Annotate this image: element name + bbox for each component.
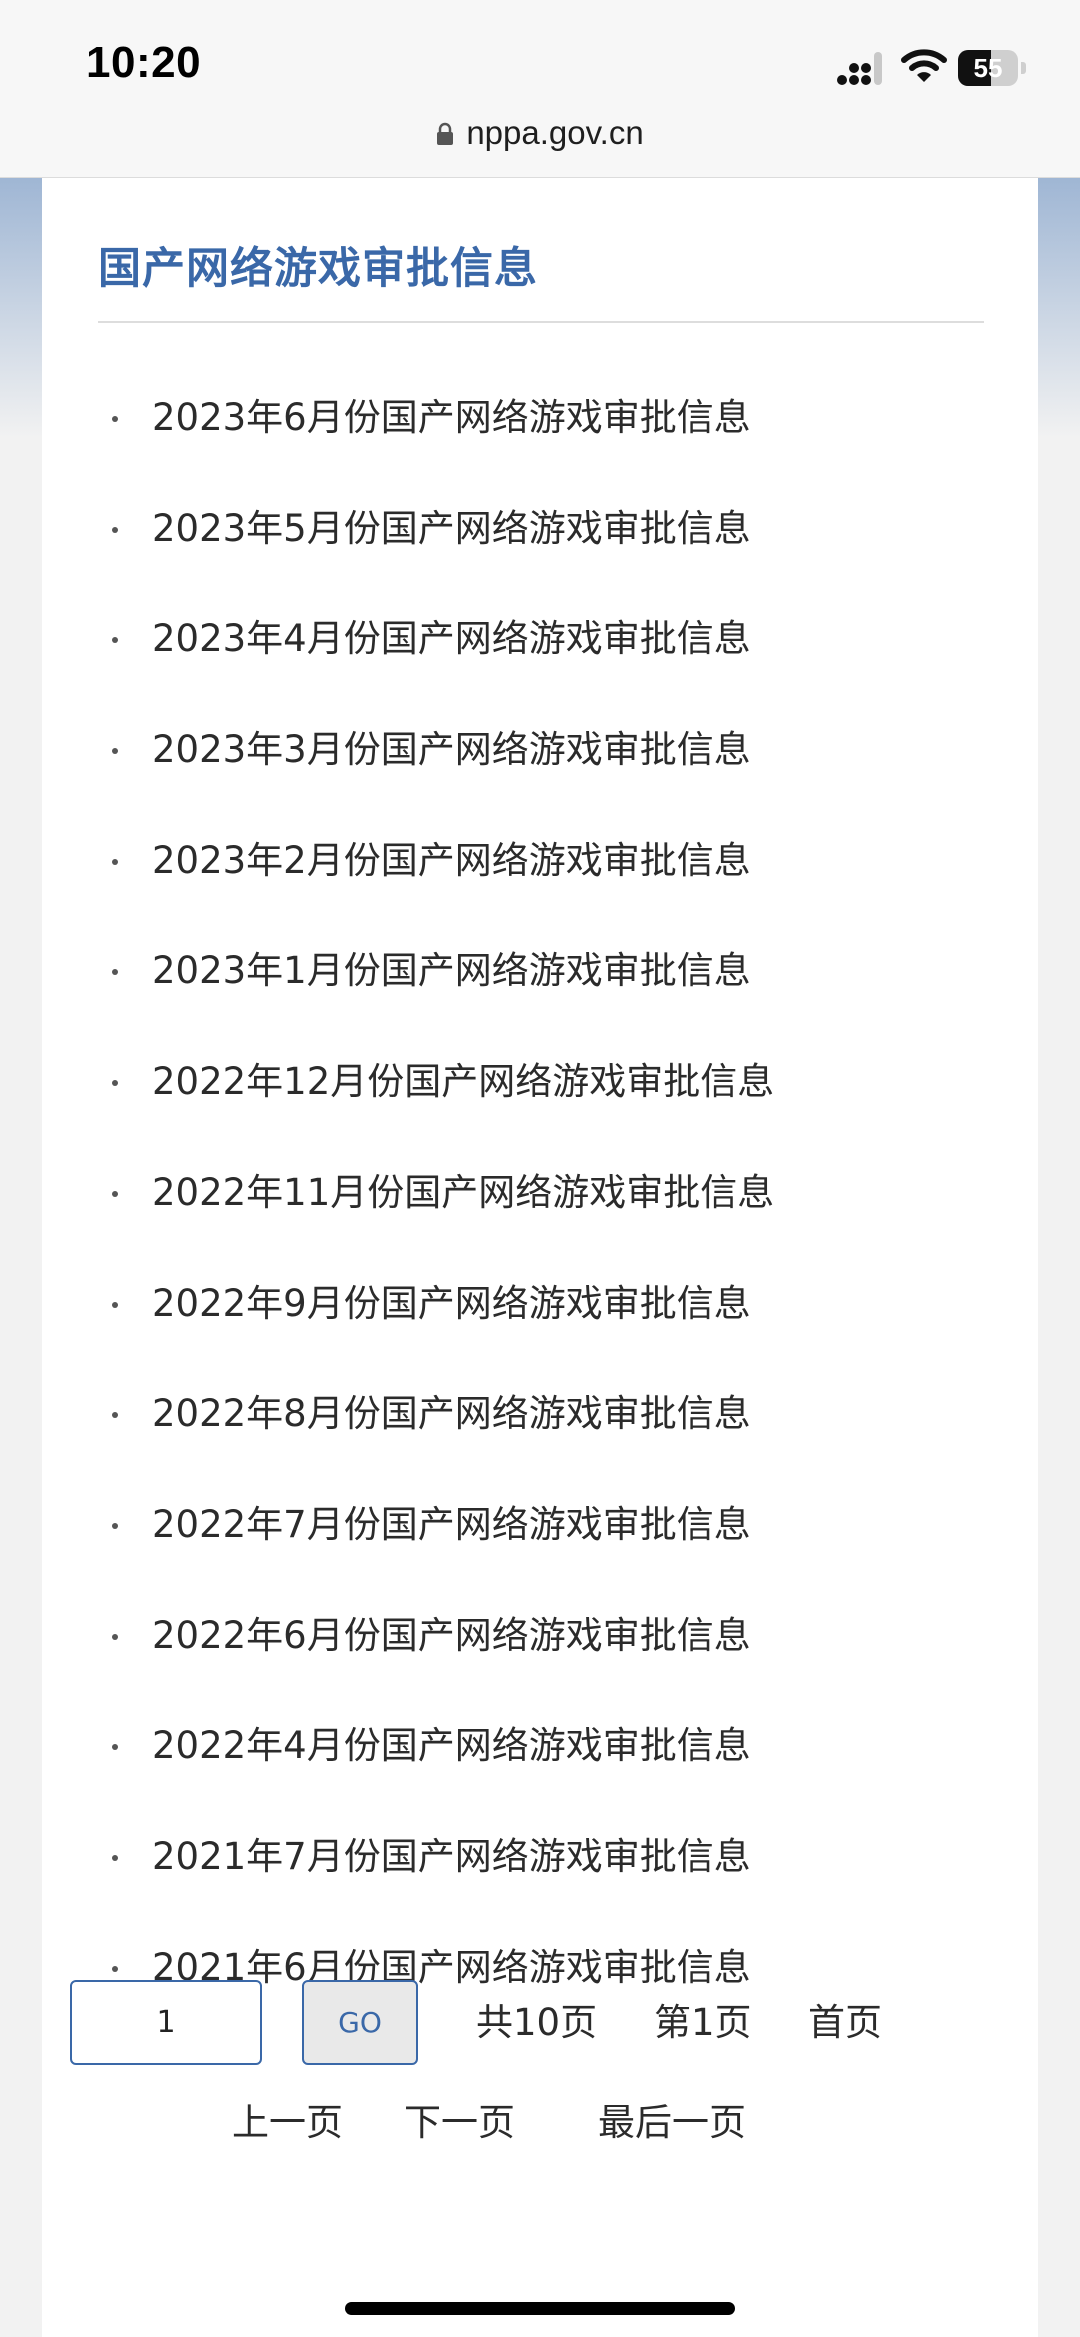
list-item[interactable]: 2022年8月份国产网络游戏审批信息 <box>42 1359 1038 1470</box>
bullet-icon <box>112 416 118 422</box>
address-bar[interactable]: nppa.gov.cn <box>0 114 1080 152</box>
home-indicator[interactable] <box>345 2302 735 2315</box>
current-page: 第1页 <box>654 2001 752 2044</box>
bullet-icon <box>112 1854 118 1861</box>
list-item[interactable]: 2023年1月份国产网络游戏审批信息 <box>42 916 1038 1027</box>
list-item-link[interactable]: 2021年7月份国产网络游戏审批信息 <box>152 1802 751 1913</box>
total-pages: 共10页 <box>476 2001 598 2044</box>
page-background-right <box>1036 178 1080 438</box>
bullet-icon <box>112 1412 118 1419</box>
list-item[interactable]: 2023年6月份国产网络游戏审批信息 <box>42 363 1038 474</box>
list-item[interactable]: 2023年3月份国产网络游戏审批信息 <box>42 695 1038 806</box>
battery-level: 55 <box>973 53 1003 83</box>
bullet-icon <box>112 748 118 755</box>
bullet-icon <box>112 1744 118 1751</box>
list-item[interactable]: 2021年7月份国产网络游戏审批信息 <box>42 1802 1038 1913</box>
list-item[interactable]: 2022年4月份国产网络游戏审批信息 <box>42 1691 1038 1802</box>
cellular-signal-icon <box>837 52 882 85</box>
next-page-link[interactable]: 下一页 <box>404 2093 515 2153</box>
list-item-link[interactable]: 2023年4月份国产网络游戏审批信息 <box>152 584 751 695</box>
list-item-link[interactable]: 2023年3月份国产网络游戏审批信息 <box>152 695 751 806</box>
list-item[interactable]: 2023年2月份国产网络游戏审批信息 <box>42 806 1038 917</box>
bullet-icon <box>112 969 118 976</box>
prev-page-link[interactable]: 上一页 <box>232 2093 343 2153</box>
bullet-icon <box>112 1633 118 1640</box>
list-item-link[interactable]: 2023年6月份国产网络游戏审批信息 <box>152 363 751 474</box>
list-item[interactable]: 2022年11月份国产网络游戏审批信息 <box>42 1138 1038 1249</box>
bullet-icon <box>112 1190 118 1197</box>
list-item-link[interactable]: 2022年9月份国产网络游戏审批信息 <box>152 1249 751 1360</box>
approval-list: 2023年6月份国产网络游戏审批信息 2023年5月份国产网络游戏审批信息 20… <box>42 363 1038 2023</box>
list-item-link[interactable]: 2022年6月份国产网络游戏审批信息 <box>152 1581 751 1692</box>
bullet-icon <box>112 1080 118 1087</box>
list-item-link[interactable]: 2022年4月份国产网络游戏审批信息 <box>152 1691 751 1802</box>
wifi-icon <box>901 49 947 82</box>
status-bar: 10:20 55 nppa.gov.cn <box>0 0 1080 178</box>
list-item[interactable]: 2022年9月份国产网络游戏审批信息 <box>42 1249 1038 1360</box>
list-item[interactable]: 2022年6月份国产网络游戏审批信息 <box>42 1581 1038 1692</box>
title-divider <box>98 321 984 323</box>
list-item-link[interactable]: 2022年7月份国产网络游戏审批信息 <box>152 1470 751 1581</box>
last-page-link[interactable]: 最后一页 <box>598 2093 746 2153</box>
bullet-icon <box>112 858 118 865</box>
status-time: 10:20 <box>86 38 202 87</box>
bullet-icon <box>112 1965 118 1972</box>
bullet-icon <box>112 1522 118 1529</box>
list-item-link[interactable]: 2022年11月份国产网络游戏审批信息 <box>152 1138 774 1249</box>
bullet-icon <box>112 637 118 644</box>
list-item-link[interactable]: 2023年2月份国产网络游戏审批信息 <box>152 806 751 917</box>
list-item-link[interactable]: 2023年1月份国产网络游戏审批信息 <box>152 916 751 1027</box>
list-item[interactable]: 2023年4月份国产网络游戏审批信息 <box>42 584 1038 695</box>
list-item[interactable]: 2023年5月份国产网络游戏审批信息 <box>42 474 1038 585</box>
go-button[interactable]: GO <box>302 1980 418 2065</box>
list-item-link[interactable]: 2023年5月份国产网络游戏审批信息 <box>152 474 751 585</box>
page-number-input[interactable]: 1 <box>70 1980 262 2065</box>
list-item[interactable]: 2022年7月份国产网络游戏审批信息 <box>42 1470 1038 1581</box>
battery-icon: 55 <box>958 50 1028 86</box>
list-item[interactable]: 2022年12月份国产网络游戏审批信息 <box>42 1027 1038 1138</box>
list-item-link[interactable]: 2022年8月份国产网络游戏审批信息 <box>152 1359 751 1470</box>
list-item-link[interactable]: 2022年12月份国产网络游戏审批信息 <box>152 1027 774 1138</box>
bullet-icon <box>112 526 118 533</box>
url-text: nppa.gov.cn <box>466 114 644 151</box>
page-background-left <box>0 178 44 438</box>
lock-icon <box>437 122 454 145</box>
first-page-link[interactable]: 首页 <box>808 1980 882 2065</box>
section-title: 国产网络游戏审批信息 <box>98 244 538 294</box>
bullet-icon <box>112 1301 118 1308</box>
